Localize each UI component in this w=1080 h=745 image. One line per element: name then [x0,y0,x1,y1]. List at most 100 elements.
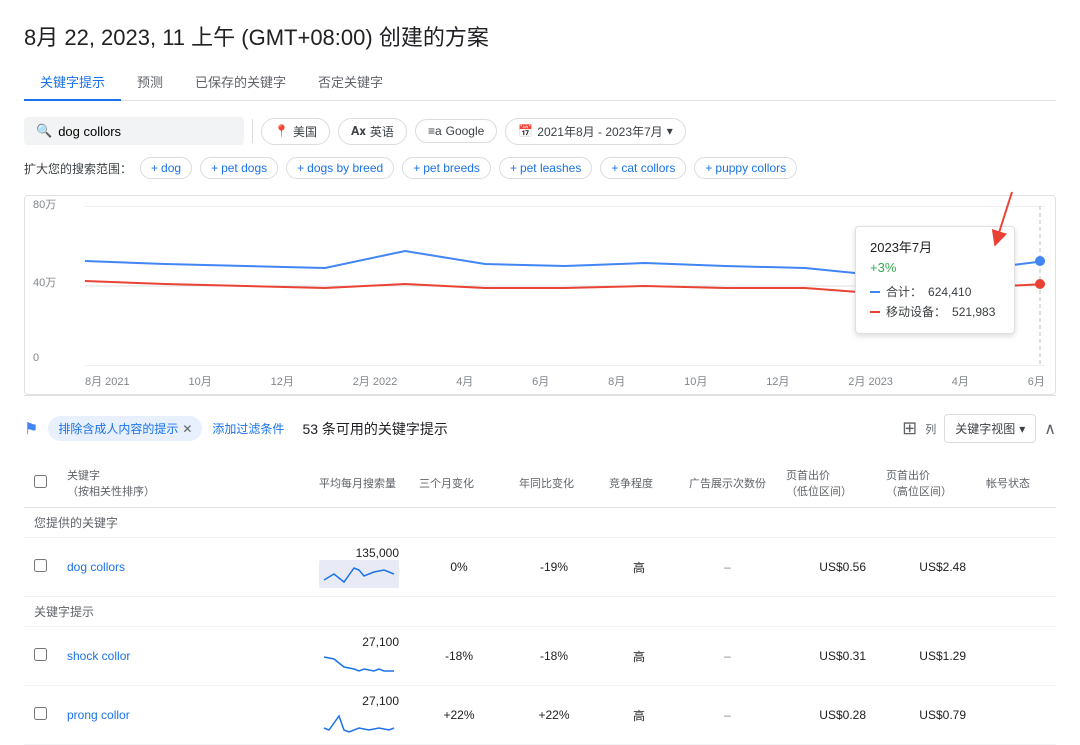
col-yoy-header[interactable]: 年同比变化 [509,459,599,508]
tab-keyword-suggestions[interactable]: 关键字提示 [24,64,121,101]
avg-value: 135,000 [356,546,399,560]
expand-chip-pet-dogs[interactable]: + pet dogs [200,157,278,179]
col-3m-header[interactable]: 三个月变化 [409,459,509,508]
col-imp-header[interactable]: 广告展示次数份 [679,459,776,508]
avg-monthly-cell-3: 27,100 [309,686,409,745]
search-input[interactable] [58,124,218,139]
y-label-40: 40万 [33,274,56,290]
row-checkbox-cell-2[interactable] [24,627,57,686]
mini-chart-shock [319,649,399,677]
language-filter[interactable]: 𝐀𝐱 英语 [338,118,407,145]
network-icon: ≡a [428,124,442,138]
tab-forecast[interactable]: 预测 [121,64,179,101]
filter-tag-close[interactable]: ✕ [182,422,192,436]
expand-chip-pet-leashes[interactable]: + pet leashes [499,157,592,179]
filter-bar: 🔍 📍 美国 𝐀𝐱 英语 ≡a Google 📅 2021年8月 - 2023年… [24,117,1056,145]
col-avg-header[interactable]: 平均每月搜索量 [309,459,409,508]
impressions-cell: – [679,538,776,597]
x-label-2: 12月 [271,373,294,389]
location-filter[interactable]: 📍 美国 [261,118,330,145]
col-bid-high-header[interactable]: 页首出价（高位区间） [876,459,976,508]
search-box[interactable]: 🔍 [24,117,244,145]
tooltip-change: +3% [870,260,1000,275]
x-label-7: 10月 [684,373,707,389]
table-row: prong collor 27,100 +22% +22% 高 – US$0.2… [24,686,1056,745]
grid-columns-icon[interactable]: ⊞ [902,418,917,439]
expand-chip-cat-collors[interactable]: + cat collors [600,157,686,179]
plus-icon-3: + [297,161,304,175]
tooltip-total-row: 合计： 624,410 [870,283,1000,300]
bid-low-cell-2: US$0.31 [776,627,876,686]
col-checkbox[interactable] [24,459,57,508]
col-keyword-header[interactable]: 关键字（按相关性排序） [57,459,309,508]
network-label: Google [446,124,485,138]
calendar-icon: 📅 [518,124,533,138]
network-filter[interactable]: ≡a Google [415,119,497,143]
tooltip-red-line [870,311,880,313]
col-comp-header[interactable]: 竞争程度 [599,459,679,508]
filter-funnel-icon: ⚑ [24,419,38,439]
table-toolbar: ⚑ 排除含成人内容的提示 ✕ 添加过滤条件 53 条可用的关键字提示 ⊞ 列 关… [24,406,1056,451]
col-status-header[interactable]: 帐号状态 [976,459,1056,508]
chart-y-labels: 80万 40万 0 [33,196,56,364]
select-all-checkbox[interactable] [34,475,47,488]
status-cell-2 [976,627,1056,686]
page-title: 8月 22, 2023, 11 上午 (GMT+08:00) 创建的方案 [24,20,1056,52]
expand-chip-puppy-collors[interactable]: + puppy collors [694,157,797,179]
bid-low-cell: US$0.56 [776,538,876,597]
search-icon: 🔍 [36,123,52,139]
row-checkbox-cell-3[interactable] [24,686,57,745]
tab-negative-keywords[interactable]: 否定关键字 [302,64,399,101]
tooltip-arrow [982,187,1032,247]
add-filter-btn[interactable]: 添加过滤条件 [212,420,284,437]
keyword-cell-3[interactable]: prong collor [57,686,309,745]
yoy-cell: -19% [509,538,599,597]
filter-divider [252,119,253,143]
yoy-cell-2: -18% [509,627,599,686]
expand-chip-dog[interactable]: + dog [140,157,192,179]
competition-cell-2: 高 [599,627,679,686]
location-label: 美国 [293,123,317,140]
plus-icon-7: + [705,161,712,175]
row-checkbox-cell[interactable] [24,538,57,597]
expand-label: 扩大您的搜索范围： [24,160,132,177]
avg-value-3: 27,100 [362,694,399,708]
expand-chip-dogs-by-breed[interactable]: + dogs by breed [286,157,394,179]
x-label-1: 10月 [189,373,212,389]
col-label: 列 [925,421,936,437]
your-keywords-section-header: 您提供的关键字 [24,508,1056,538]
keyword-cell[interactable]: dog collors [57,538,309,597]
row-checkbox-shock-collor[interactable] [34,648,47,661]
keyword-link-2[interactable]: shock collor [67,649,130,663]
suggestions-label: 关键字提示 [24,597,1056,627]
table-header-row: 关键字（按相关性排序） 平均每月搜索量 三个月变化 年同比变化 竞争程度 广告展… [24,459,1056,508]
mini-chart-prong [319,708,399,736]
impressions-cell-3: – [679,686,776,745]
suggestions-section-header: 关键字提示 [24,597,1056,627]
keyword-link[interactable]: dog collors [67,560,125,574]
collapse-button[interactable]: ∧ [1044,419,1056,439]
keyword-cell-2[interactable]: shock collor [57,627,309,686]
y-label-80: 80万 [33,196,56,212]
keyword-link-3[interactable]: prong collor [67,708,130,722]
chart-tooltip: 2023年7月 +3% 合计： 624,410 移动设备： 521,983 [855,226,1015,334]
expand-chip-pet-breeds[interactable]: + pet breeds [402,157,491,179]
expand-bar: 扩大您的搜索范围： + dog + pet dogs + dogs by bre… [24,157,1056,179]
col-bid-low-header[interactable]: 页首出价（低位区间） [776,459,876,508]
plus-icon: + [151,161,158,175]
plus-icon-4: + [413,161,420,175]
date-filter[interactable]: 📅 2021年8月 - 2023年7月 ▾ [505,118,685,145]
result-count: 53 条可用的关键字提示 [302,419,447,439]
tab-bar: 关键字提示 预测 已保存的关键字 否定关键字 [24,64,1056,101]
tab-saved-keywords[interactable]: 已保存的关键字 [179,64,302,101]
x-label-0: 8月 2021 [85,373,130,389]
view-dropdown[interactable]: 关键字视图 ▾ [944,414,1036,443]
row-checkbox-prong-collor[interactable] [34,707,47,720]
table-row: shock collor 27,100 -18% -18% 高 – US$0.3… [24,627,1056,686]
toolbar-right: ⊞ 列 关键字视图 ▾ ∧ [902,414,1056,443]
plus-icon-5: + [510,161,517,175]
date-range-label: 2021年8月 - 2023年7月 [537,123,662,140]
x-label-10: 4月 [952,373,969,389]
row-checkbox-dog-collors[interactable] [34,559,47,572]
tooltip-mobile-value: 521,983 [952,305,995,319]
